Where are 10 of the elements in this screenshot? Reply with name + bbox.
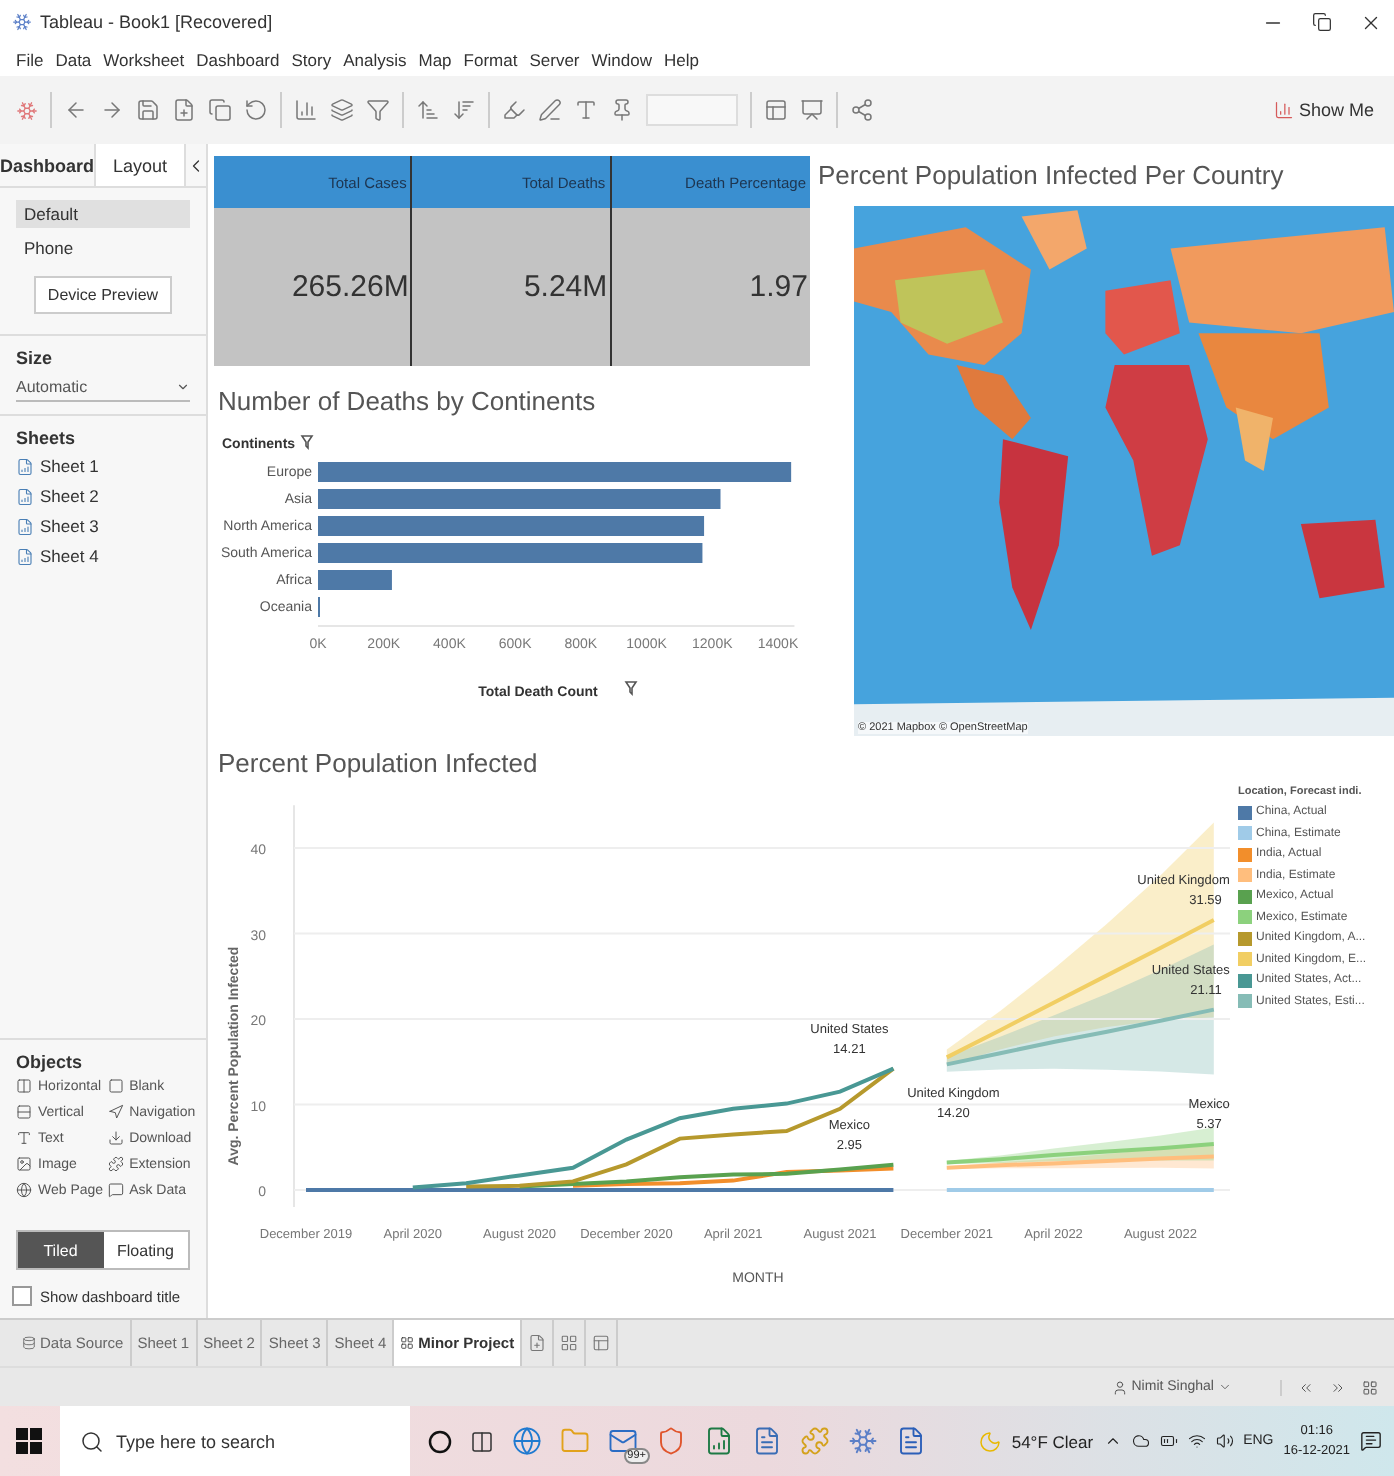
kpi-value: 1.97 [747, 268, 810, 308]
chart-title: Percent Population Infected [216, 746, 540, 782]
section-heading: Size [16, 348, 55, 368]
section-heading: Objects [16, 1052, 85, 1072]
chart-title: Percent Population Infected Per Country [816, 158, 1286, 194]
section-heading: Sheets [16, 428, 78, 448]
chart-title: Number of Deaths by Continents [216, 384, 598, 420]
kpi-value: 265.26M [289, 268, 411, 308]
window-title: Tableau - Book1 [Recovered] [40, 12, 275, 32]
kpi-value: 5.24M [521, 268, 610, 308]
